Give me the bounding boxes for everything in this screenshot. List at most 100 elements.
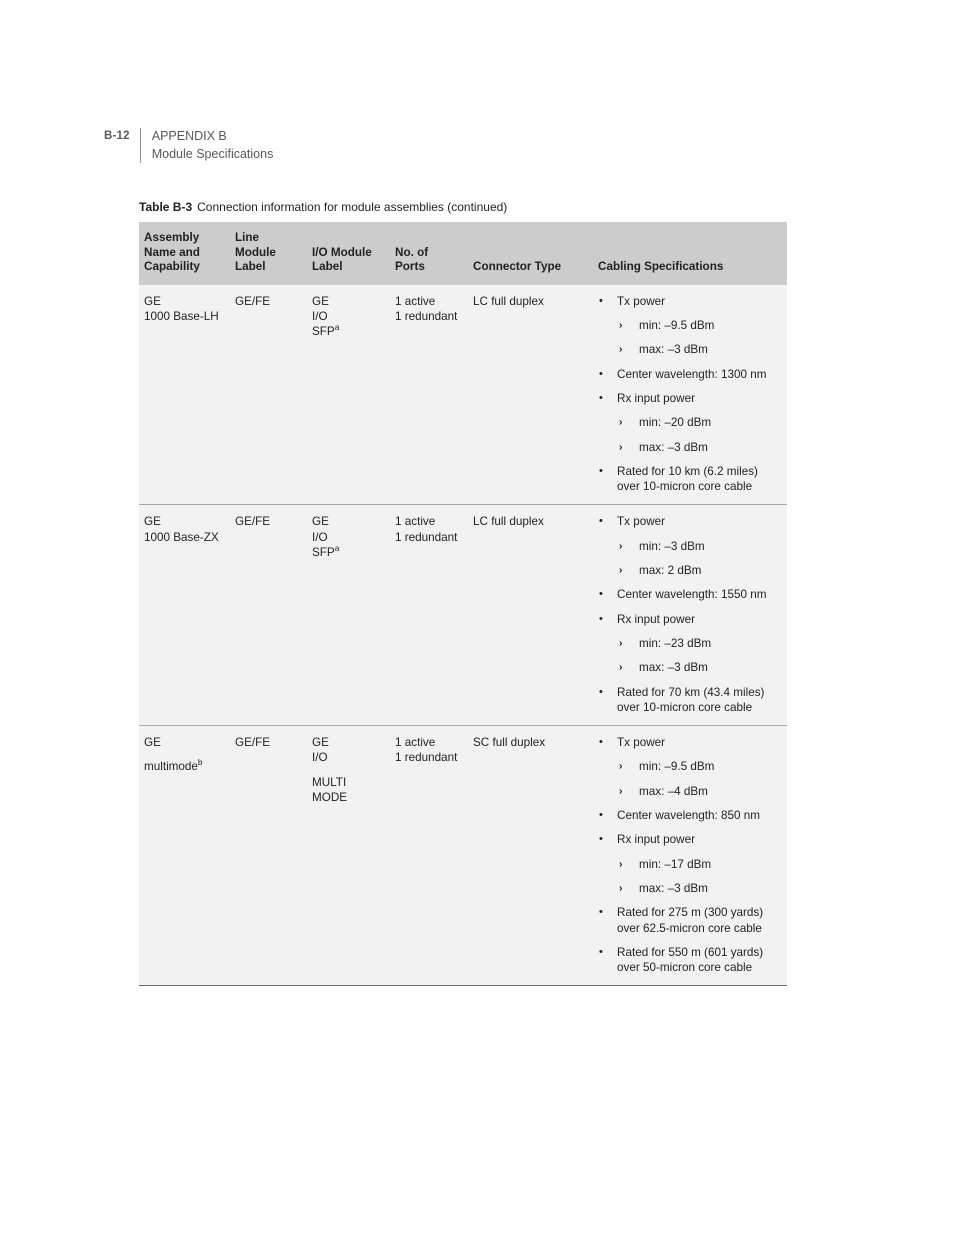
cell-line: GE — [144, 515, 161, 529]
footnote-reference[interactable]: b — [198, 757, 203, 767]
bullet-icon: • — [599, 906, 603, 919]
cell-lines: GE/FE — [235, 735, 300, 750]
cell-connector-type: SC full duplex — [469, 725, 594, 987]
cell-lines: 1 active 1 redundant — [395, 735, 461, 765]
cell-lines: LC full duplex — [473, 514, 586, 529]
cell-lines: GE 1000 Base-ZX — [144, 514, 223, 544]
cell-lines: GE 1000 Base-LH — [144, 294, 223, 324]
cabling-spec-subtext-line: min: –17 dBm — [639, 857, 712, 871]
column-header-assembly: Assembly Name and Capability — [139, 222, 231, 285]
cabling-spec-subtext-line: max: –3 dBm — [639, 343, 708, 357]
cell-assembly-name-and-capability: GE 1000 Base-ZX — [139, 504, 231, 726]
cell-line: 1 active — [395, 294, 436, 308]
column-header-line: Ports — [395, 260, 425, 274]
cabling-spec-subtext-line: min: –23 dBm — [639, 636, 712, 650]
cell-line: 1000 Base-ZX — [144, 530, 219, 544]
cabling-spec-text: Rx input power — [617, 391, 779, 406]
cabling-spec-subtext-line: max: –4 dBm — [639, 784, 708, 798]
column-header-lines: Line Module Label — [235, 231, 300, 275]
chevron-right-icon: › — [619, 319, 623, 332]
cabling-spec-subtext: min: –9.5 dBm — [639, 318, 779, 333]
cell-line: 1 active — [395, 736, 436, 750]
cabling-spec-item: • Tx power › min: –9.5 dBm › max: –3 dBm — [598, 294, 779, 358]
cabling-spec-subitem: › min: –20 dBm — [617, 415, 779, 430]
cabling-spec-subtext: max: –3 dBm — [639, 660, 779, 675]
cabling-spec-subitem: › max: –3 dBm — [617, 342, 779, 357]
cabling-spec-sublist: › min: –3 dBm › max: 2 dBm — [617, 539, 779, 579]
column-header-line: Name and — [144, 245, 200, 259]
column-header-line: Cabling Specifications — [598, 260, 724, 274]
cell-lines: GE I/O SFPa — [312, 294, 383, 340]
cell-lines: GE multimodeb — [144, 735, 223, 774]
footnote-reference[interactable]: a — [335, 543, 340, 553]
cabling-spec-item: • Center wavelength: 850 nm — [598, 808, 779, 823]
cabling-spec-text-line: Rx input power — [617, 612, 695, 626]
footnote-reference[interactable]: a — [335, 322, 340, 332]
cell-line: 1 redundant — [395, 530, 458, 544]
cabling-spec-text-line: Rx input power — [617, 391, 695, 405]
cabling-spec-subtext: min: –20 dBm — [639, 415, 779, 430]
chevron-right-icon: › — [619, 564, 623, 577]
cabling-spec-text: Rx input power — [617, 832, 779, 847]
cell-line: GE — [312, 736, 329, 750]
cabling-spec-item: • Tx power › min: –3 dBm › max: 2 dBm — [598, 514, 779, 578]
cabling-spec-text-line: Tx power — [617, 294, 666, 308]
bullet-icon: • — [599, 294, 603, 307]
cabling-spec-item: • Rated for 10 km (6.2 miles) over 10-micr… — [598, 464, 779, 495]
cell-line: MULTI — [312, 775, 347, 789]
cell-line: 1 redundant — [395, 309, 458, 323]
cabling-spec-subtext-line: min: –20 dBm — [639, 416, 712, 430]
chevron-right-icon: › — [619, 343, 623, 356]
cabling-spec-text-line: Center wavelength: 1550 nm — [617, 588, 767, 602]
cabling-spec-subtext: max: –3 dBm — [639, 440, 779, 455]
cabling-spec-subitem: › max: –4 dBm — [617, 784, 779, 799]
cabling-spec-subtext-line: max: –3 dBm — [639, 881, 708, 895]
cell-line: MODE — [312, 790, 348, 804]
cabling-spec-text-line: Rated for 10 km (6.2 miles) — [617, 464, 758, 478]
table-header-row: Assembly Name and Capability Line Module Lab… — [139, 222, 787, 285]
cell-io-module-label: GE I/O MULTI MODE — [308, 725, 391, 987]
cell-line: GE — [144, 736, 161, 750]
column-header-connector-type: Connector Type — [469, 222, 594, 285]
cabling-spec-subtext-line: min: –9.5 dBm — [639, 319, 715, 333]
cabling-spec-subtext: max: 2 dBm — [639, 563, 779, 578]
column-header-line-module-label: Line Module Label — [231, 222, 308, 285]
cabling-spec-subtext: max: –4 dBm — [639, 784, 779, 799]
cell-lines: SC full duplex — [473, 735, 586, 750]
column-header-line: Capability — [144, 260, 200, 274]
cabling-spec-subtext-line: max: –3 dBm — [639, 661, 708, 675]
cell-assembly-name-and-capability: GE multimodeb — [139, 725, 231, 987]
cell-lines: LC full duplex — [473, 294, 586, 309]
column-header-lines: Cabling Specifications — [598, 260, 779, 275]
cell-connector-type: LC full duplex — [469, 284, 594, 505]
cell-line: LC full duplex — [473, 515, 544, 529]
cell-cabling-specifications: • Tx power › min: –3 dBm › max: 2 dBm • Center … — [594, 504, 787, 726]
cell-line-module-label: GE/FE — [231, 504, 308, 726]
cabling-spec-item: • Rx input power › min: –17 dBm › max: –3 dBm — [598, 832, 779, 896]
cabling-spec-text: Rated for 550 m (601 yards) over 50-micro… — [617, 945, 779, 976]
cabling-spec-text: Rated for 275 m (300 yards) over 62.5-mic… — [617, 905, 779, 936]
cell-lines: 1 active 1 redundant — [395, 514, 461, 544]
table-caption: Table B-3 Connection information for modu… — [139, 199, 507, 215]
cell-lines: GE/FE — [235, 514, 300, 529]
cabling-spec-sublist: › min: –9.5 dBm › max: –4 dBm — [617, 759, 779, 799]
bullet-icon: • — [599, 464, 603, 477]
chevron-right-icon: › — [619, 881, 623, 894]
cabling-spec-subtext: max: –3 dBm — [639, 342, 779, 357]
cell-line-module-label: GE/FE — [231, 284, 308, 505]
cabling-spec-text: Rated for 70 km (43.4 miles) over 10-micr… — [617, 685, 779, 716]
cell-line: 1000 Base-LH — [144, 309, 219, 323]
column-header-no-of-ports: No. of Ports — [391, 222, 469, 285]
bullet-icon: • — [599, 515, 603, 528]
cabling-spec-text: Center wavelength: 850 nm — [617, 808, 779, 823]
cabling-spec-subitem: › min: –23 dBm — [617, 636, 779, 651]
cell-cabling-specifications: • Tx power › min: –9.5 dBm › max: –4 dBm • Cent… — [594, 725, 787, 987]
bullet-icon: • — [599, 588, 603, 601]
cell-line: SC full duplex — [473, 736, 546, 750]
chevron-right-icon: › — [619, 416, 623, 429]
cabling-spec-sublist: › min: –23 dBm › max: –3 dBm — [617, 636, 779, 676]
cabling-spec-text: Center wavelength: 1550 nm — [617, 587, 779, 602]
cabling-spec-subitem: › max: –3 dBm — [617, 660, 779, 675]
cabling-spec-item: • Rx input power › min: –23 dBm › max: –3 dBm — [598, 612, 779, 676]
cabling-spec-subitem: › min: –3 dBm — [617, 539, 779, 554]
